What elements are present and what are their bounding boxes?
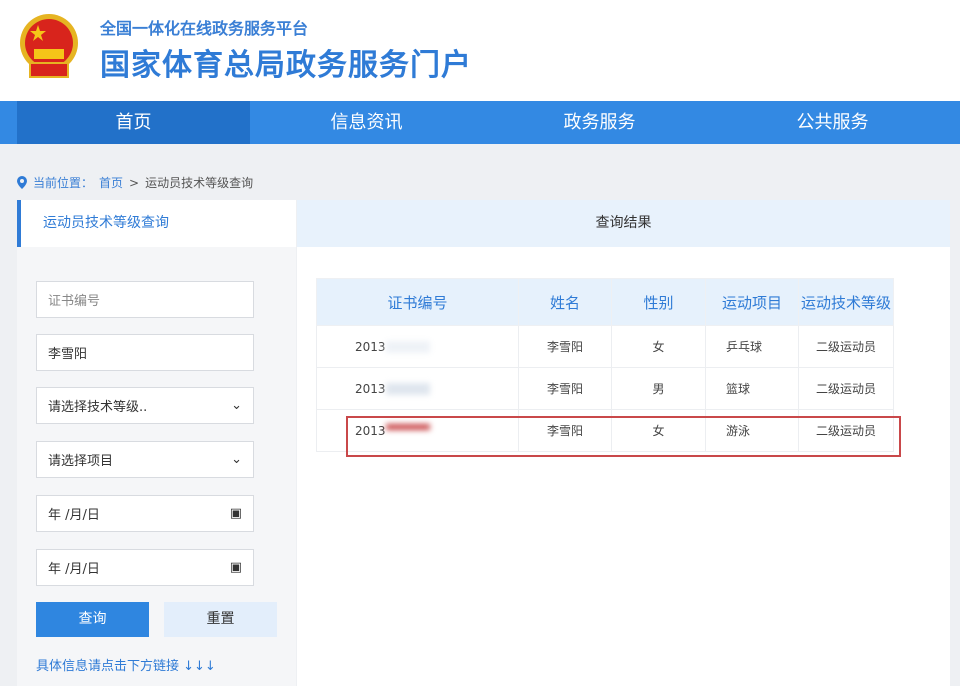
cert-number-input[interactable]: 证书编号 <box>36 281 254 318</box>
query-button[interactable]: 查询 <box>36 602 149 637</box>
start-date-input[interactable]: 年 /月/日 ▣ <box>36 495 254 532</box>
breadcrumb-sep: > <box>129 175 140 190</box>
name-input[interactable]: 李雪阳 <box>36 334 254 371</box>
cert-cell: 2013 <box>316 367 519 410</box>
project-select[interactable]: 请选择项目 ⌄ <box>36 441 254 478</box>
col-gender: 性别 <box>611 278 706 326</box>
location-pin-icon <box>17 176 27 189</box>
breadcrumb-home[interactable]: 首页 <box>99 174 123 191</box>
nav-news[interactable]: 信息资讯 <box>250 101 483 144</box>
nav-public-services[interactable]: 公共服务 <box>716 101 949 144</box>
project-cell: 乒乓球 <box>705 325 799 368</box>
end-date-input[interactable]: 年 /月/日 ▣ <box>36 549 254 586</box>
cert-number-placeholder: 证书编号 <box>48 294 101 309</box>
col-name: 姓名 <box>518 278 612 326</box>
name-cell: 李雪阳 <box>518 325 612 368</box>
table-header: 证书编号 姓名 性别 运动项目 运动技术等级 <box>316 278 894 326</box>
cert-cell: 2013 <box>316 325 519 368</box>
breadcrumb: 当前位置： 首页 > 运动员技术等级查询 <box>17 174 253 191</box>
col-level: 运动技术等级 <box>798 278 894 326</box>
calendar-icon[interactable]: ▣ <box>230 560 242 575</box>
start-date-value: 年 /月/日 <box>48 508 100 523</box>
table-row: 2013 李雪阳 男 篮球 二级运动员 <box>316 367 894 410</box>
hint-link[interactable]: 具体信息请点击下方链接 ↓↓↓ <box>36 655 216 674</box>
level-select-value: 请选择技术等级.. <box>48 400 148 415</box>
query-panel: 运动员技术等级查询 证书编号 李雪阳 请选择技术等级.. ⌄ 请选择项目 ⌄ 年 /… <box>17 200 296 686</box>
level-cell: 二级运动员 <box>798 367 894 410</box>
reset-button[interactable]: 重置 <box>164 602 277 637</box>
gender-cell: 男 <box>611 367 706 410</box>
project-select-value: 请选择项目 <box>48 454 114 469</box>
site-header: 全国一体化在线政务服务平台 国家体育总局政务服务门户 <box>0 0 960 101</box>
platform-name: 全国一体化在线政务服务平台 <box>100 19 309 38</box>
end-date-value: 年 /月/日 <box>48 562 100 577</box>
nav-gov-services[interactable]: 政务服务 <box>483 101 716 144</box>
national-emblem-icon <box>20 14 78 78</box>
level-cell: 二级运动员 <box>798 325 894 368</box>
name-cell: 李雪阳 <box>518 367 612 410</box>
main-nav: 首页 信息资讯 政务服务 公共服务 <box>0 101 960 144</box>
nav-home[interactable]: 首页 <box>17 101 250 144</box>
chevron-down-icon: ⌄ <box>231 398 242 413</box>
gender-cell: 女 <box>611 325 706 368</box>
level-select[interactable]: 请选择技术等级.. ⌄ <box>36 387 254 424</box>
breadcrumb-prefix: 当前位置： <box>33 176 94 190</box>
calendar-icon[interactable]: ▣ <box>230 506 242 521</box>
query-tab[interactable]: 运动员技术等级查询 <box>17 200 296 247</box>
col-cert: 证书编号 <box>316 278 519 326</box>
highlight-box <box>346 416 901 457</box>
table-row: 2013 李雪阳 女 乒乓球 二级运动员 <box>316 325 894 368</box>
site-title: 国家体育总局政务服务门户 <box>100 48 472 83</box>
results-title: 查询结果 <box>297 200 950 247</box>
project-cell: 篮球 <box>705 367 799 410</box>
results-panel: 查询结果 证书编号 姓名 性别 运动项目 运动技术等级 2013 李雪阳 女 乒… <box>297 200 950 686</box>
name-value: 李雪阳 <box>48 347 88 362</box>
chevron-down-icon: ⌄ <box>231 452 242 467</box>
breadcrumb-current: 运动员技术等级查询 <box>145 176 254 190</box>
col-project: 运动项目 <box>705 278 799 326</box>
